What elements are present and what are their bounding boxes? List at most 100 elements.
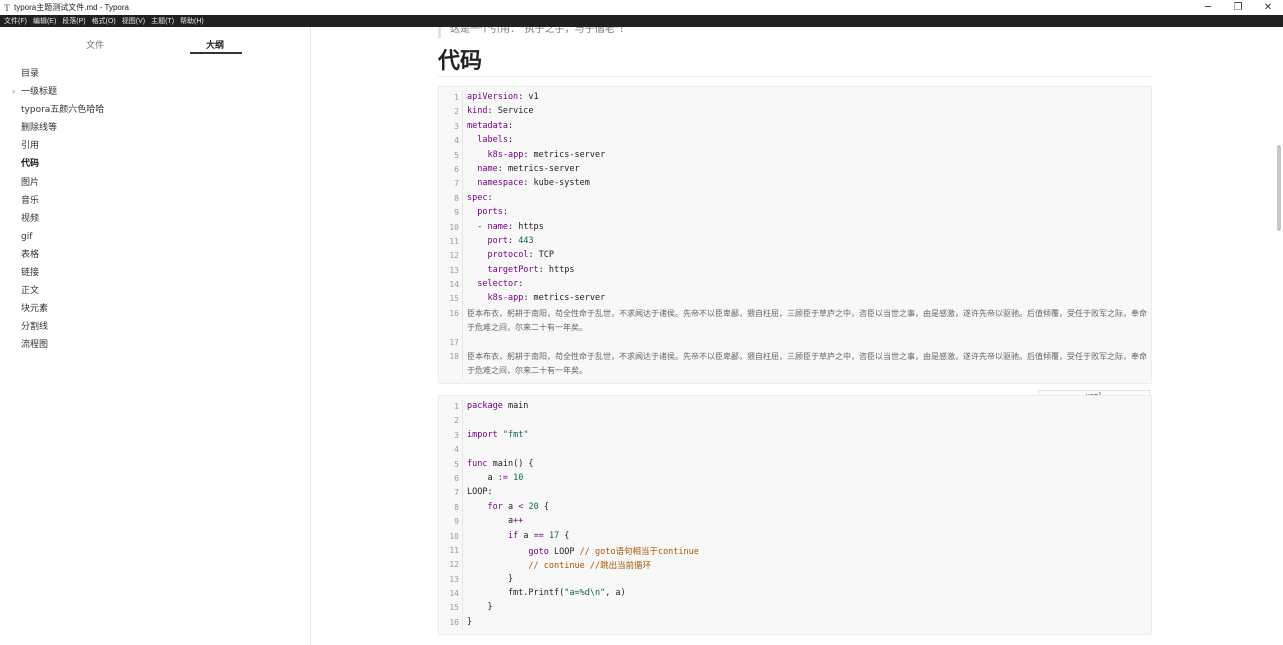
typora-app-icon: T: [4, 2, 10, 13]
code-line-text: k8s-app: metrics-server: [487, 149, 606, 160]
outline-item[interactable]: 删除线等: [0, 119, 311, 137]
code-line[interactable]: 8 spec:: [439, 191, 1151, 207]
line-number: 12: [449, 251, 459, 261]
outline-item[interactable]: 目录: [0, 65, 311, 83]
code-line[interactable]: 4: [439, 443, 1151, 458]
code-line[interactable]: 11 goto LOOP // goto语句相当于continue: [439, 543, 1151, 559]
menu-edit[interactable]: 编辑(E): [33, 16, 56, 26]
code-line[interactable]: 17: [439, 335, 1151, 351]
code-line[interactable]: 2: [439, 414, 1151, 429]
line-number: 7: [454, 179, 459, 189]
code-line[interactable]: 6 a := 10: [439, 471, 1151, 487]
line-number: 3: [454, 430, 459, 440]
outline-item[interactable]: 表格: [0, 246, 311, 264]
line-number: 16: [449, 308, 459, 318]
code-line[interactable]: 1 apiVersion: v1: [439, 91, 1151, 106]
code-line[interactable]: 15 }: [439, 601, 1151, 616]
code-line[interactable]: 5 func main() {: [439, 457, 1151, 472]
outline-item[interactable]: 分割线: [0, 318, 311, 336]
code-line[interactable]: 11 port: 443: [439, 234, 1151, 250]
code-line-text: metadata:: [467, 120, 514, 131]
code-line[interactable]: 9 a++: [439, 515, 1151, 530]
outline-item[interactable]: 块元素: [0, 300, 311, 318]
code-line-text: ports:: [477, 207, 508, 218]
menu-help[interactable]: 帮助(H): [180, 16, 204, 26]
code-line[interactable]: 12 // continue //跳出当前循环: [439, 558, 1151, 573]
menu-theme[interactable]: 主题(T): [151, 16, 174, 26]
code-line[interactable]: 15 k8s-app: metrics-server: [439, 292, 1151, 307]
menu-paragraph[interactable]: 段落(P): [62, 16, 85, 26]
menu-bar: 文件(F) 编辑(E) 段落(P) 格式(O) 视图(V) 主题(T) 帮助(H…: [0, 15, 1283, 27]
menu-format[interactable]: 格式(O): [92, 16, 116, 26]
code-line[interactable]: 14 selector:: [439, 278, 1151, 293]
outline-item[interactable]: 代码: [0, 155, 311, 173]
tab-files[interactable]: 文件: [86, 38, 104, 51]
code-line[interactable]: 1 package main: [439, 400, 1151, 415]
line-number: 1: [454, 402, 459, 411]
title-bar: T typora主题测试文件.md - Typora ─ ❐ ✕: [0, 0, 1283, 15]
gutter-divider: [462, 587, 463, 602]
gutter-divider: [462, 529, 463, 544]
outline-item[interactable]: 链接: [0, 264, 311, 282]
menu-view[interactable]: 视图(V): [122, 16, 145, 26]
chevron-right-icon[interactable]: ›: [12, 83, 15, 101]
outline-item[interactable]: 图片: [0, 174, 311, 192]
line-number: 18: [449, 352, 459, 362]
code-line[interactable]: 7 LOOP:: [439, 486, 1151, 501]
window-title: typora主题测试文件.md - Typora: [14, 3, 129, 12]
close-button[interactable]: ✕: [1253, 0, 1283, 15]
outline-item[interactable]: › 一级标题: [0, 83, 311, 101]
tab-outline[interactable]: 大纲: [206, 38, 224, 51]
code-line[interactable]: 8 for a < 20 {: [439, 500, 1151, 516]
code-line-text: }: [467, 602, 493, 613]
outline-item[interactable]: gif: [0, 228, 311, 246]
editor[interactable]: 这是一个引用："执子之手，与子偕老"！ 代码 1 apiVersion: v1 2 k…: [312, 27, 1283, 645]
outline-item[interactable]: 视频: [0, 210, 311, 228]
code-line-text: apiVersion: v1: [467, 92, 539, 102]
code-line[interactable]: 2 kind: Service: [439, 105, 1151, 120]
line-number: 15: [449, 294, 459, 304]
code-line[interactable]: 3 metadata:: [439, 119, 1151, 135]
code-line[interactable]: 18 臣本布衣，躬耕于南阳，苟全性命于乱世，不求闻达于诸侯。先帝不以臣卑鄙，猥自枉…: [439, 350, 1151, 380]
code-line[interactable]: 9 ports:: [439, 206, 1151, 221]
code-line-text: goto LOOP // goto语句相当于continue: [528, 546, 699, 557]
line-number: 13: [449, 265, 459, 275]
outline-item-label: 目录: [21, 69, 40, 79]
code-line-text: namespace: kube-system: [477, 178, 590, 189]
line-number: 9: [454, 517, 459, 527]
code-line[interactable]: 16}: [439, 615, 1151, 631]
code-line-text: protocol: TCP: [487, 250, 555, 261]
code-line[interactable]: 4 labels:: [439, 134, 1151, 149]
code-line[interactable]: 6 name: metrics-server: [439, 162, 1151, 178]
code-line-text: - name: https: [467, 221, 544, 232]
line-number: 4: [454, 136, 459, 146]
code-line[interactable]: 10 if a == 17 {: [439, 529, 1151, 544]
code-line[interactable]: 13 targetPort: https: [439, 263, 1151, 279]
outline-item-label: 分割线: [21, 322, 49, 333]
menu-file[interactable]: 文件(F): [4, 16, 27, 26]
outline-item[interactable]: typora五颜六色哈哈: [0, 101, 311, 119]
outline-item[interactable]: 引用: [0, 137, 311, 155]
line-number: 11: [449, 545, 459, 555]
restore-button[interactable]: ❐: [1223, 0, 1253, 15]
minimize-button[interactable]: ─: [1193, 0, 1223, 15]
code-line[interactable]: 13 }: [439, 572, 1151, 588]
editor-scrollbar[interactable]: [1277, 145, 1281, 231]
code-line-text: func main() {: [467, 458, 534, 469]
outline-item[interactable]: 正文: [0, 282, 311, 300]
outline-item[interactable]: 流程图: [0, 336, 311, 354]
code-block-yaml[interactable]: 1 apiVersion: v1 2 kind: Service 3 metadata: 4…: [438, 86, 1152, 384]
line-number: 6: [454, 473, 459, 483]
code-line[interactable]: 14 fmt.Printf("a=%d\n", a): [439, 587, 1151, 602]
gutter-divider: [462, 471, 463, 487]
code-line-text: kind: Service: [467, 106, 534, 117]
code-line[interactable]: 5 k8s-app: metrics-server: [439, 148, 1151, 163]
code-block-go[interactable]: 1 package main 2 3 import "fmt" 4 5 func main()…: [438, 395, 1152, 635]
code-line-text: port: 443: [487, 235, 534, 246]
code-line[interactable]: 16 臣本布衣，躬耕于南阳，苟全性命于乱世，不求闻达于诸侯。先帝不以臣卑鄙，猥自枉…: [439, 306, 1151, 336]
code-line[interactable]: 10 - name: https: [439, 220, 1151, 235]
code-line[interactable]: 7 namespace: kube-system: [439, 177, 1151, 192]
code-line[interactable]: 12 protocol: TCP: [439, 249, 1151, 264]
outline-item[interactable]: 音乐: [0, 192, 311, 210]
code-line[interactable]: 3 import "fmt": [439, 428, 1151, 444]
